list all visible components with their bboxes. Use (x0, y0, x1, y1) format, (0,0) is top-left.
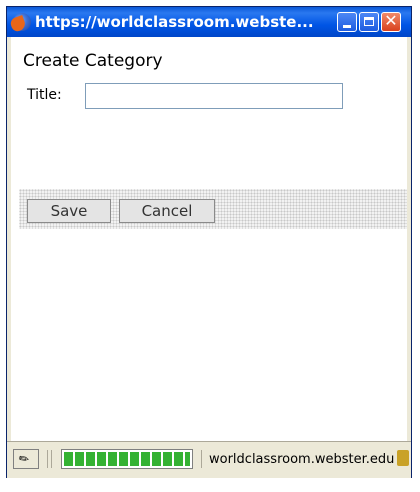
page-content: Create Category Title: Save Cancel (11, 37, 407, 441)
status-url: worldclassroom.webster.edu (209, 452, 395, 467)
close-button[interactable]: ✕ (381, 11, 401, 32)
minimize-button[interactable] (337, 12, 357, 32)
firefox-icon (13, 13, 31, 31)
title-bar[interactable]: https://worldclassroom.webste... ✕ (7, 7, 411, 37)
save-button[interactable]: Save (27, 199, 111, 223)
status-divider (201, 450, 202, 468)
progress-fill (64, 452, 190, 466)
lock-icon (397, 450, 409, 466)
button-bar: Save Cancel (19, 189, 407, 229)
status-icon-box[interactable]: ✎ (13, 449, 39, 469)
status-bar: ✎ worldclassroom.webster.edu (7, 441, 411, 478)
minimize-icon (343, 25, 351, 28)
maximize-icon (364, 17, 374, 26)
window-title: https://worldclassroom.webste... (35, 13, 314, 31)
close-icon: ✕ (384, 11, 398, 30)
page-title: Create Category (23, 51, 163, 71)
maximize-button[interactable] (359, 12, 379, 32)
pen-icon: ✎ (15, 450, 33, 468)
cancel-button[interactable]: Cancel (119, 199, 215, 223)
title-label: Title: (27, 87, 62, 103)
status-divider (51, 450, 52, 468)
status-divider (47, 450, 48, 468)
title-input[interactable] (85, 83, 343, 109)
browser-popup-window: https://worldclassroom.webste... ✕ Creat… (6, 6, 412, 478)
progress-bar (61, 449, 193, 469)
